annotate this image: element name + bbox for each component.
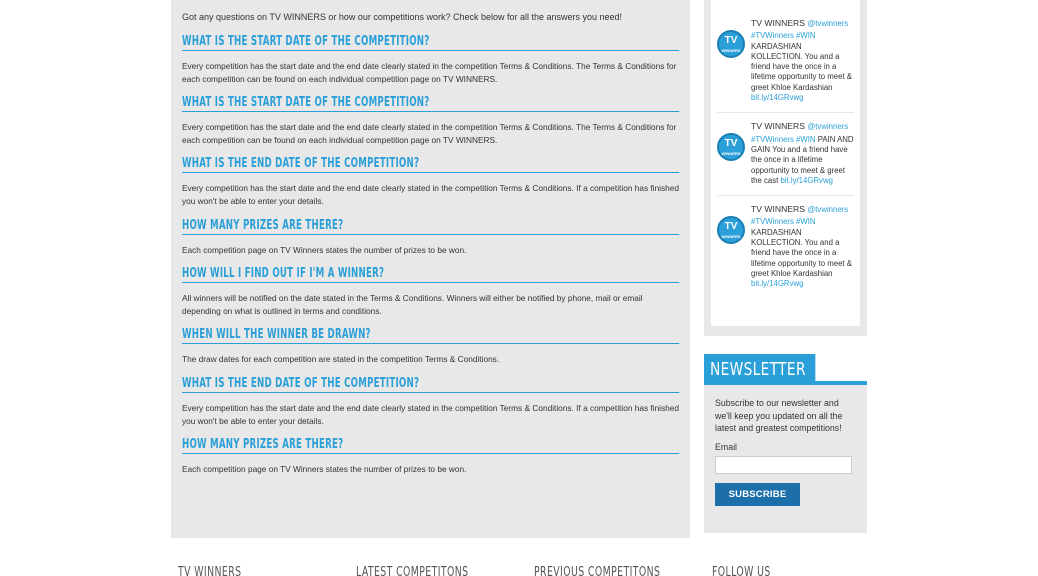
- faq-answer: Every competition has the start date and…: [182, 183, 680, 206]
- tweet-item: TV WINNERS TV WINNERS @tvwinners #TVWinners…: [717, 113, 854, 197]
- email-label: Email: [715, 441, 737, 452]
- tweet-hashtags-link[interactable]: #TVWinners #WIN: [751, 135, 816, 144]
- tweet-handle-link[interactable]: @tvwinners: [807, 122, 848, 131]
- avatar-text: TV: [724, 138, 738, 150]
- email-field[interactable]: [715, 455, 852, 474]
- faq-question: What is the end date of the competition?: [182, 376, 679, 393]
- avatar-text: TV: [724, 35, 738, 46]
- faq-question: How will I find out if I'm a winner?: [182, 266, 679, 284]
- faq-question: What is the end date of the competition?: [182, 156, 679, 174]
- tweet-handle-link[interactable]: @tvwinners: [807, 205, 848, 214]
- tweet-hashtags-link[interactable]: #TVWinners #WIN: [751, 217, 816, 226]
- tweet-author-name: TV WINNERS: [751, 204, 805, 215]
- twitter-widget: TV WINNERS TV WINNERS @tvwinners #TVWinners…: [704, 0, 867, 336]
- tweet-author: TV WINNERS @tvwinners: [751, 121, 854, 132]
- avatar-subtext: WINNERS: [721, 48, 741, 53]
- faq-item: What is the end date of the competition?…: [182, 376, 679, 427]
- avatar-subtext: WINNERS: [721, 151, 741, 157]
- tweet-text: KARDASHIAN KOLLECTION. You and a friend …: [751, 227, 852, 278]
- faq-answer: Each competition page on TV Winners stat…: [182, 464, 467, 475]
- faq-answer: Every competition has the start date and…: [182, 61, 677, 84]
- faq-panel: Got any questions on TV WINNERS or how o…: [171, 0, 690, 538]
- faq-item: What is the start date of the competitio…: [182, 34, 679, 85]
- avatar-subtext: WINNERS: [721, 234, 741, 240]
- tweet-url-link[interactable]: bit.ly/14GRvwg: [780, 176, 832, 185]
- tweet-item: TV WINNERS TV WINNERS @tvwinners #TVWinners…: [717, 8, 854, 114]
- newsletter-text: Subscribe to our newsletter and we'll ke…: [715, 398, 843, 433]
- faq-answer: Every competition has the start date and…: [182, 122, 677, 145]
- faq-answer: Every competition has the start date and…: [182, 402, 680, 426]
- faq-intro: Got any questions on TV WINNERS or how o…: [182, 12, 623, 22]
- faq-item: How many prizes are there? Each competiti…: [182, 218, 679, 257]
- faq-item: What is the start date of the competitio…: [182, 95, 679, 146]
- faq-answer: The draw dates for each competition are …: [182, 354, 500, 365]
- faq-question: How many prizes are there?: [182, 437, 679, 455]
- faq-item: How will I find out if I'm a winner? All …: [182, 266, 679, 317]
- tweet-author: TV WINNERS @tvwinners: [751, 204, 854, 215]
- tweet-url-link[interactable]: bit.ly/14GRvwg: [751, 93, 803, 102]
- faq-question: What is the start date of the competitio…: [182, 34, 679, 51]
- newsletter-box: Subscribe to our newsletter and we'll ke…: [704, 385, 867, 533]
- tweet-url-link[interactable]: bit.ly/14GRvwg: [751, 279, 803, 288]
- faq-question: What is the start date of the competitio…: [182, 95, 679, 113]
- tv-winners-avatar[interactable]: TV WINNERS: [717, 133, 745, 162]
- footer-heading-previous: PREVIOUS COMPETITONS: [534, 565, 661, 576]
- footer-heading-latest: LATEST COMPETITONS: [356, 565, 469, 576]
- tweet-body: TV WINNERS @tvwinners #TVWinners #WIN KAR…: [751, 18, 854, 103]
- avatar-text: TV: [724, 221, 738, 233]
- tweet-hashtags-link[interactable]: #TVWinners #WIN: [751, 31, 816, 40]
- faq-item: When will the winner be drawn? The draw d…: [182, 327, 679, 366]
- faq-item: How many prizes are there? Each competiti…: [182, 437, 679, 476]
- tv-winners-avatar[interactable]: TV WINNERS: [717, 30, 745, 58]
- newsletter-header: NEWSLETTER: [704, 354, 867, 385]
- tweet-list[interactable]: TV WINNERS TV WINNERS @tvwinners #TVWinners…: [711, 0, 860, 326]
- tweet-author-name: TV WINNERS: [751, 121, 805, 132]
- newsletter-title: NEWSLETTER: [704, 354, 815, 385]
- tweet-text: KARDASHIAN KOLLECTION. You and a friend …: [751, 41, 852, 92]
- tweet-item: TV WINNERS TV WINNERS @tvwinners #TVWinners…: [717, 196, 854, 298]
- faq-question: How many prizes are there?: [182, 218, 679, 235]
- tweet-handle-link[interactable]: @tvwinners: [807, 19, 848, 28]
- footer-heading-tv-winners: TV WINNERS: [178, 565, 242, 576]
- faq-question: When will the winner be drawn?: [182, 327, 679, 345]
- newsletter-underline: [815, 381, 867, 385]
- tweet-body: TV WINNERS @tvwinners #TVWinners #WIN KAR…: [751, 204, 854, 289]
- tweet-author: TV WINNERS @tvwinners: [751, 18, 854, 29]
- sidebar: TV WINNERS TV WINNERS @tvwinners #TVWinners…: [704, 0, 867, 533]
- subscribe-button[interactable]: SUBSCRIBE: [715, 482, 800, 506]
- faq-answer: Each competition page on TV Winners stat…: [182, 244, 467, 255]
- faq-list: What is the start date of the competitio…: [182, 34, 679, 476]
- tweet-author-name: TV WINNERS: [751, 18, 805, 28]
- tv-winners-avatar[interactable]: TV WINNERS: [717, 216, 745, 245]
- faq-item: What is the end date of the competition?…: [182, 156, 679, 207]
- footer-headings: TV WINNERS LATEST COMPETITONS PREVIOUS C…: [0, 565, 1038, 576]
- footer-heading-follow: FOLLOW US: [712, 565, 771, 576]
- faq-answer: All winners will be notified on the date…: [182, 293, 643, 316]
- tweet-body: TV WINNERS @tvwinners #TVWinners #WIN PAI…: [751, 121, 854, 186]
